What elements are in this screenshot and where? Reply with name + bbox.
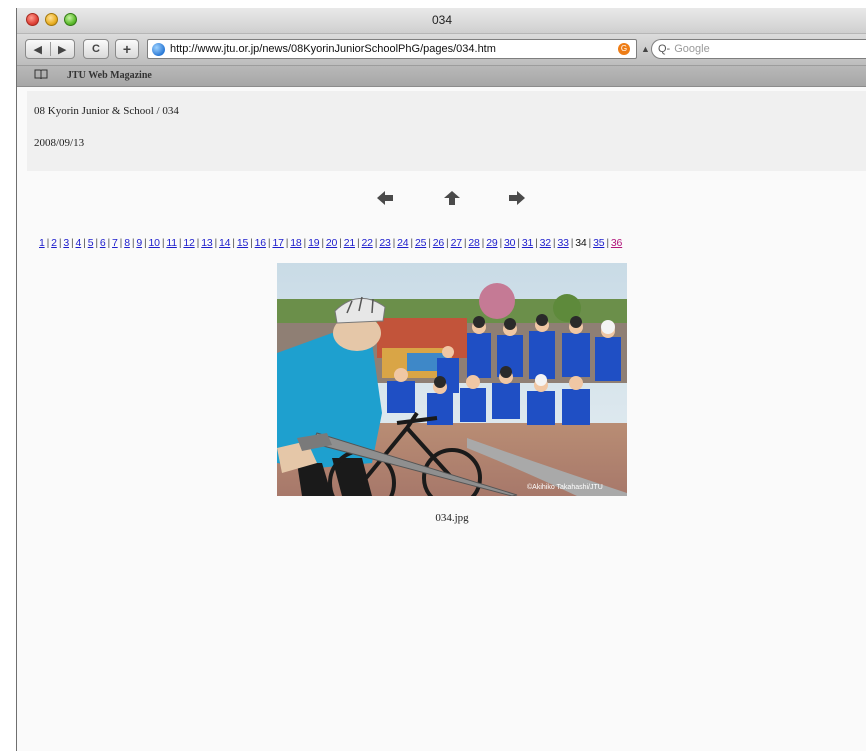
page-current: 34 (575, 237, 587, 249)
page-link[interactable]: 6 (100, 237, 106, 249)
photo-caption: 034.jpg (435, 512, 469, 524)
page-link[interactable]: 23 (379, 237, 390, 249)
page-link[interactable]: 29 (486, 237, 497, 249)
browser-toolbar: ◀ ▶ C + http://www.jtu.or.jp/news/08Kyor… (17, 34, 866, 66)
page-link[interactable]: 36 (611, 237, 622, 249)
feed-icon[interactable]: G (618, 43, 630, 55)
page-link[interactable]: 25 (415, 237, 426, 249)
page-links: 1 | 2 | 3 | 4 | 5 | 6 | 7 | 8 | 9 | 10 | 11 | 12 | 13 | 14 | 15 | 16 | 1… (39, 237, 622, 249)
page-link[interactable]: 11 (166, 237, 177, 249)
page-link[interactable]: 30 (504, 237, 515, 249)
title-bar: 034 (17, 8, 866, 34)
arrow-right-icon[interactable] (509, 191, 525, 205)
page-link[interactable]: 1 (39, 237, 45, 249)
globe-icon (152, 42, 165, 56)
page-link[interactable]: 14 (219, 237, 230, 249)
search-icon[interactable]: Q- (658, 43, 670, 55)
page-link[interactable]: 33 (557, 237, 568, 249)
page-link[interactable]: 13 (201, 237, 212, 249)
browser-window: 034 ◀ ▶ C + http://www.jtu.or.jp/news/08… (16, 8, 866, 751)
page-link[interactable]: 2 (51, 237, 57, 249)
reload-icon: C (92, 43, 100, 55)
page-content: 08 Kyorin Junior & School / 034 2008/09/… (17, 87, 866, 751)
search-placeholder: Google (674, 43, 710, 55)
photo-watermark: ©Akihiko Takahashi/JTU (527, 483, 603, 491)
window-title: 034 (431, 13, 453, 27)
page-link[interactable]: 10 (149, 237, 160, 249)
page-link[interactable]: 12 (183, 237, 194, 249)
add-bookmark-button[interactable]: + (115, 39, 139, 59)
bookmark-jtu-web-magazine[interactable]: JTU Web Magazine (67, 70, 152, 81)
bookmarks-bar: JTU Web Magazine (17, 66, 866, 87)
page-link[interactable]: 17 (272, 237, 283, 249)
arrow-up-icon[interactable] (444, 191, 460, 205)
page-link[interactable]: 24 (397, 237, 408, 249)
page-link[interactable]: 20 (326, 237, 337, 249)
plus-icon: + (122, 41, 132, 57)
address-bar[interactable]: http://www.jtu.or.jp/news/08KyorinJunior… (147, 39, 637, 59)
book-icon[interactable] (34, 69, 48, 83)
page-link[interactable]: 22 (362, 237, 373, 249)
page-link[interactable]: 21 (344, 237, 355, 249)
page-link[interactable]: 15 (237, 237, 248, 249)
address-history-chevron-icon[interactable]: ▲ (641, 44, 650, 54)
search-input[interactable]: Q- Google (651, 39, 866, 59)
page-date: 2008/09/13 (34, 137, 85, 149)
forward-button[interactable]: ▶ (51, 43, 75, 56)
reload-button[interactable]: C (83, 39, 109, 59)
page-link[interactable]: 18 (290, 237, 301, 249)
page-link[interactable]: 26 (433, 237, 444, 249)
page-link[interactable]: 32 (540, 237, 551, 249)
address-url[interactable]: http://www.jtu.or.jp/news/08KyorinJunior… (170, 43, 618, 55)
page-link[interactable]: 28 (468, 237, 479, 249)
photo-034: ©Akihiko Takahashi/JTU (277, 263, 627, 496)
page-header: 08 Kyorin Junior & School / 034 2008/09/… (27, 91, 866, 171)
page-link[interactable]: 7 (112, 237, 118, 249)
page-link[interactable]: 27 (451, 237, 462, 249)
back-forward-buttons: ◀ ▶ (25, 39, 75, 59)
page-link[interactable]: 35 (593, 237, 604, 249)
arrow-left-icon[interactable] (377, 191, 393, 205)
page-link[interactable]: 31 (522, 237, 533, 249)
page-link[interactable]: 16 (255, 237, 266, 249)
page-title: 08 Kyorin Junior & School / 034 (34, 105, 179, 117)
back-button[interactable]: ◀ (26, 43, 50, 56)
page-link[interactable]: 19 (308, 237, 319, 249)
page-link[interactable]: 8 (124, 237, 130, 249)
